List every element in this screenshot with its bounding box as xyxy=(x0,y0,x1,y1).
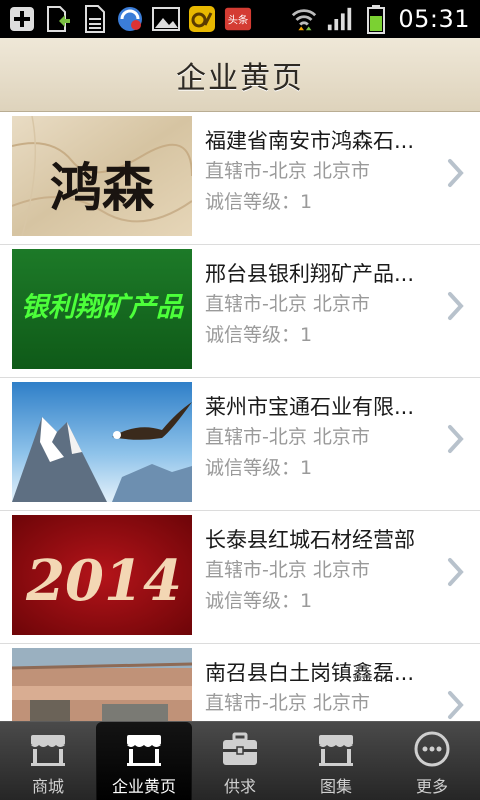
company-list-item[interactable]: 莱州市宝通石业有限... 直辖市-北京 北京市 诚信等级：1 xyxy=(0,378,480,511)
company-list-item[interactable]: 南召县白土岗镇鑫磊... 直辖市-北京 北京市 xyxy=(0,644,480,721)
sim-download-icon xyxy=(44,5,72,33)
company-info: 邢台县银利翔矿产品... 直辖市-北京 北京市 诚信等级：1 xyxy=(205,259,440,351)
chevron-right-icon xyxy=(448,292,464,320)
page-title: 企业黄页 xyxy=(176,60,304,96)
company-info: 莱州市宝通石业有限... 直辖市-北京 北京市 诚信等级：1 xyxy=(205,392,440,484)
signal-icon xyxy=(326,5,354,33)
chevron-right-icon xyxy=(448,558,464,586)
image-icon xyxy=(152,5,180,33)
nav-label: 图集 xyxy=(319,777,352,796)
company-credit-level: 诚信等级：1 xyxy=(205,590,313,612)
nav-label: 更多 xyxy=(415,777,448,796)
company-name: 南召县白土岗镇鑫磊... xyxy=(205,661,415,685)
company-list-item[interactable]: 鸿森 福建省南安市鸿森石... 直辖市-北京 北京市 诚信等级：1 xyxy=(0,112,480,245)
company-name: 长泰县红城石材经营部 xyxy=(205,528,415,552)
company-thumbnail xyxy=(12,382,192,502)
wifi-icon xyxy=(290,5,318,33)
svg-text:银利翔矿产品: 银利翔矿产品 xyxy=(21,292,184,323)
chevron-right-icon xyxy=(448,691,464,719)
nav-label: 企业黄页 xyxy=(111,777,176,796)
status-bar: 头条 05:31 xyxy=(0,0,480,38)
company-thumbnail: 2014 xyxy=(12,515,192,635)
company-list[interactable]: 鸿森 福建省南安市鸿森石... 直辖市-北京 北京市 诚信等级：1 银利翔矿产品 xyxy=(0,112,480,721)
add-icon xyxy=(8,5,36,33)
nav-tab-more[interactable]: 更多 xyxy=(384,722,480,800)
company-list-item[interactable]: 2014 长泰县红城石材经营部 直辖市-北京 北京市 诚信等级：1 xyxy=(0,511,480,644)
nav-tab-gallery[interactable]: 图集 xyxy=(288,722,384,800)
bottom-nav: 商城 企业黄页 供求 图集 更多 xyxy=(0,721,480,800)
status-time: 05:31 xyxy=(398,5,470,33)
shield-app-icon xyxy=(116,5,144,33)
chevron-right-icon xyxy=(448,159,464,187)
company-name: 莱州市宝通石业有限... xyxy=(205,395,415,419)
company-location: 直辖市-北京 北京市 xyxy=(205,692,370,714)
company-info: 南召县白土岗镇鑫磊... 直辖市-北京 北京市 xyxy=(205,658,440,721)
briefcase-icon xyxy=(223,732,257,765)
company-credit-level: 诚信等级：1 xyxy=(205,324,313,346)
nav-tab-supply-demand[interactable]: 供求 xyxy=(192,722,288,800)
company-list-item[interactable]: 银利翔矿产品 邢台县银利翔矿产品... 直辖市-北京 北京市 诚信等级：1 xyxy=(0,245,480,378)
storefront-icon xyxy=(127,735,161,766)
company-location: 直辖市-北京 北京市 xyxy=(205,426,370,448)
company-location: 直辖市-北京 北京市 xyxy=(205,160,370,182)
nav-label: 供求 xyxy=(223,777,256,796)
battery-icon xyxy=(362,5,390,34)
company-info: 福建省南安市鸿森石... 直辖市-北京 北京市 诚信等级：1 xyxy=(205,126,440,218)
company-info: 长泰县红城石材经营部 直辖市-北京 北京市 诚信等级：1 xyxy=(205,525,440,617)
company-location: 直辖市-北京 北京市 xyxy=(205,559,370,581)
svg-text:头条: 头条 xyxy=(228,14,249,27)
svg-text:鸿森: 鸿森 xyxy=(50,158,155,219)
company-thumbnail: 银利翔矿产品 xyxy=(12,249,192,369)
title-bar: 企业黄页 xyxy=(0,38,480,112)
toutiao-app-icon: 头条 xyxy=(224,5,252,33)
company-credit-level: 诚信等级：1 xyxy=(205,191,313,213)
sd-card-icon xyxy=(80,5,108,33)
nav-label: 商城 xyxy=(31,777,64,796)
company-thumbnail xyxy=(12,648,192,721)
svg-text:2014: 2014 xyxy=(25,548,182,614)
storefront-icon xyxy=(319,735,353,766)
company-thumbnail: 鸿森 xyxy=(12,116,192,236)
company-name: 福建省南安市鸿森石... xyxy=(205,129,415,153)
nav-tab-yellow-pages[interactable]: 企业黄页 xyxy=(96,722,192,800)
company-name: 邢台县银利翔矿产品... xyxy=(205,262,415,286)
company-credit-level: 诚信等级：1 xyxy=(205,457,313,479)
snail-app-icon xyxy=(188,5,216,33)
storefront-icon xyxy=(31,735,65,766)
more-icon xyxy=(414,731,450,767)
company-location: 直辖市-北京 北京市 xyxy=(205,293,370,315)
chevron-right-icon xyxy=(448,425,464,453)
nav-tab-mall[interactable]: 商城 xyxy=(0,722,96,800)
